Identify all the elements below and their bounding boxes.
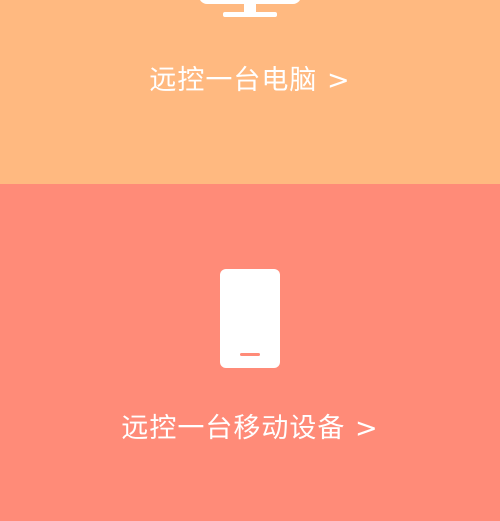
monitor-icon: [199, 0, 301, 19]
remote-mobile-panel[interactable]: 远控一台移动设备 >: [0, 184, 500, 521]
remote-computer-panel[interactable]: 远控一台电脑 >: [0, 0, 500, 184]
remote-mobile-label: 远控一台移动设备 >: [121, 413, 379, 444]
remote-computer-label: 远控一台电脑 >: [149, 65, 351, 96]
phone-icon: [220, 269, 280, 368]
